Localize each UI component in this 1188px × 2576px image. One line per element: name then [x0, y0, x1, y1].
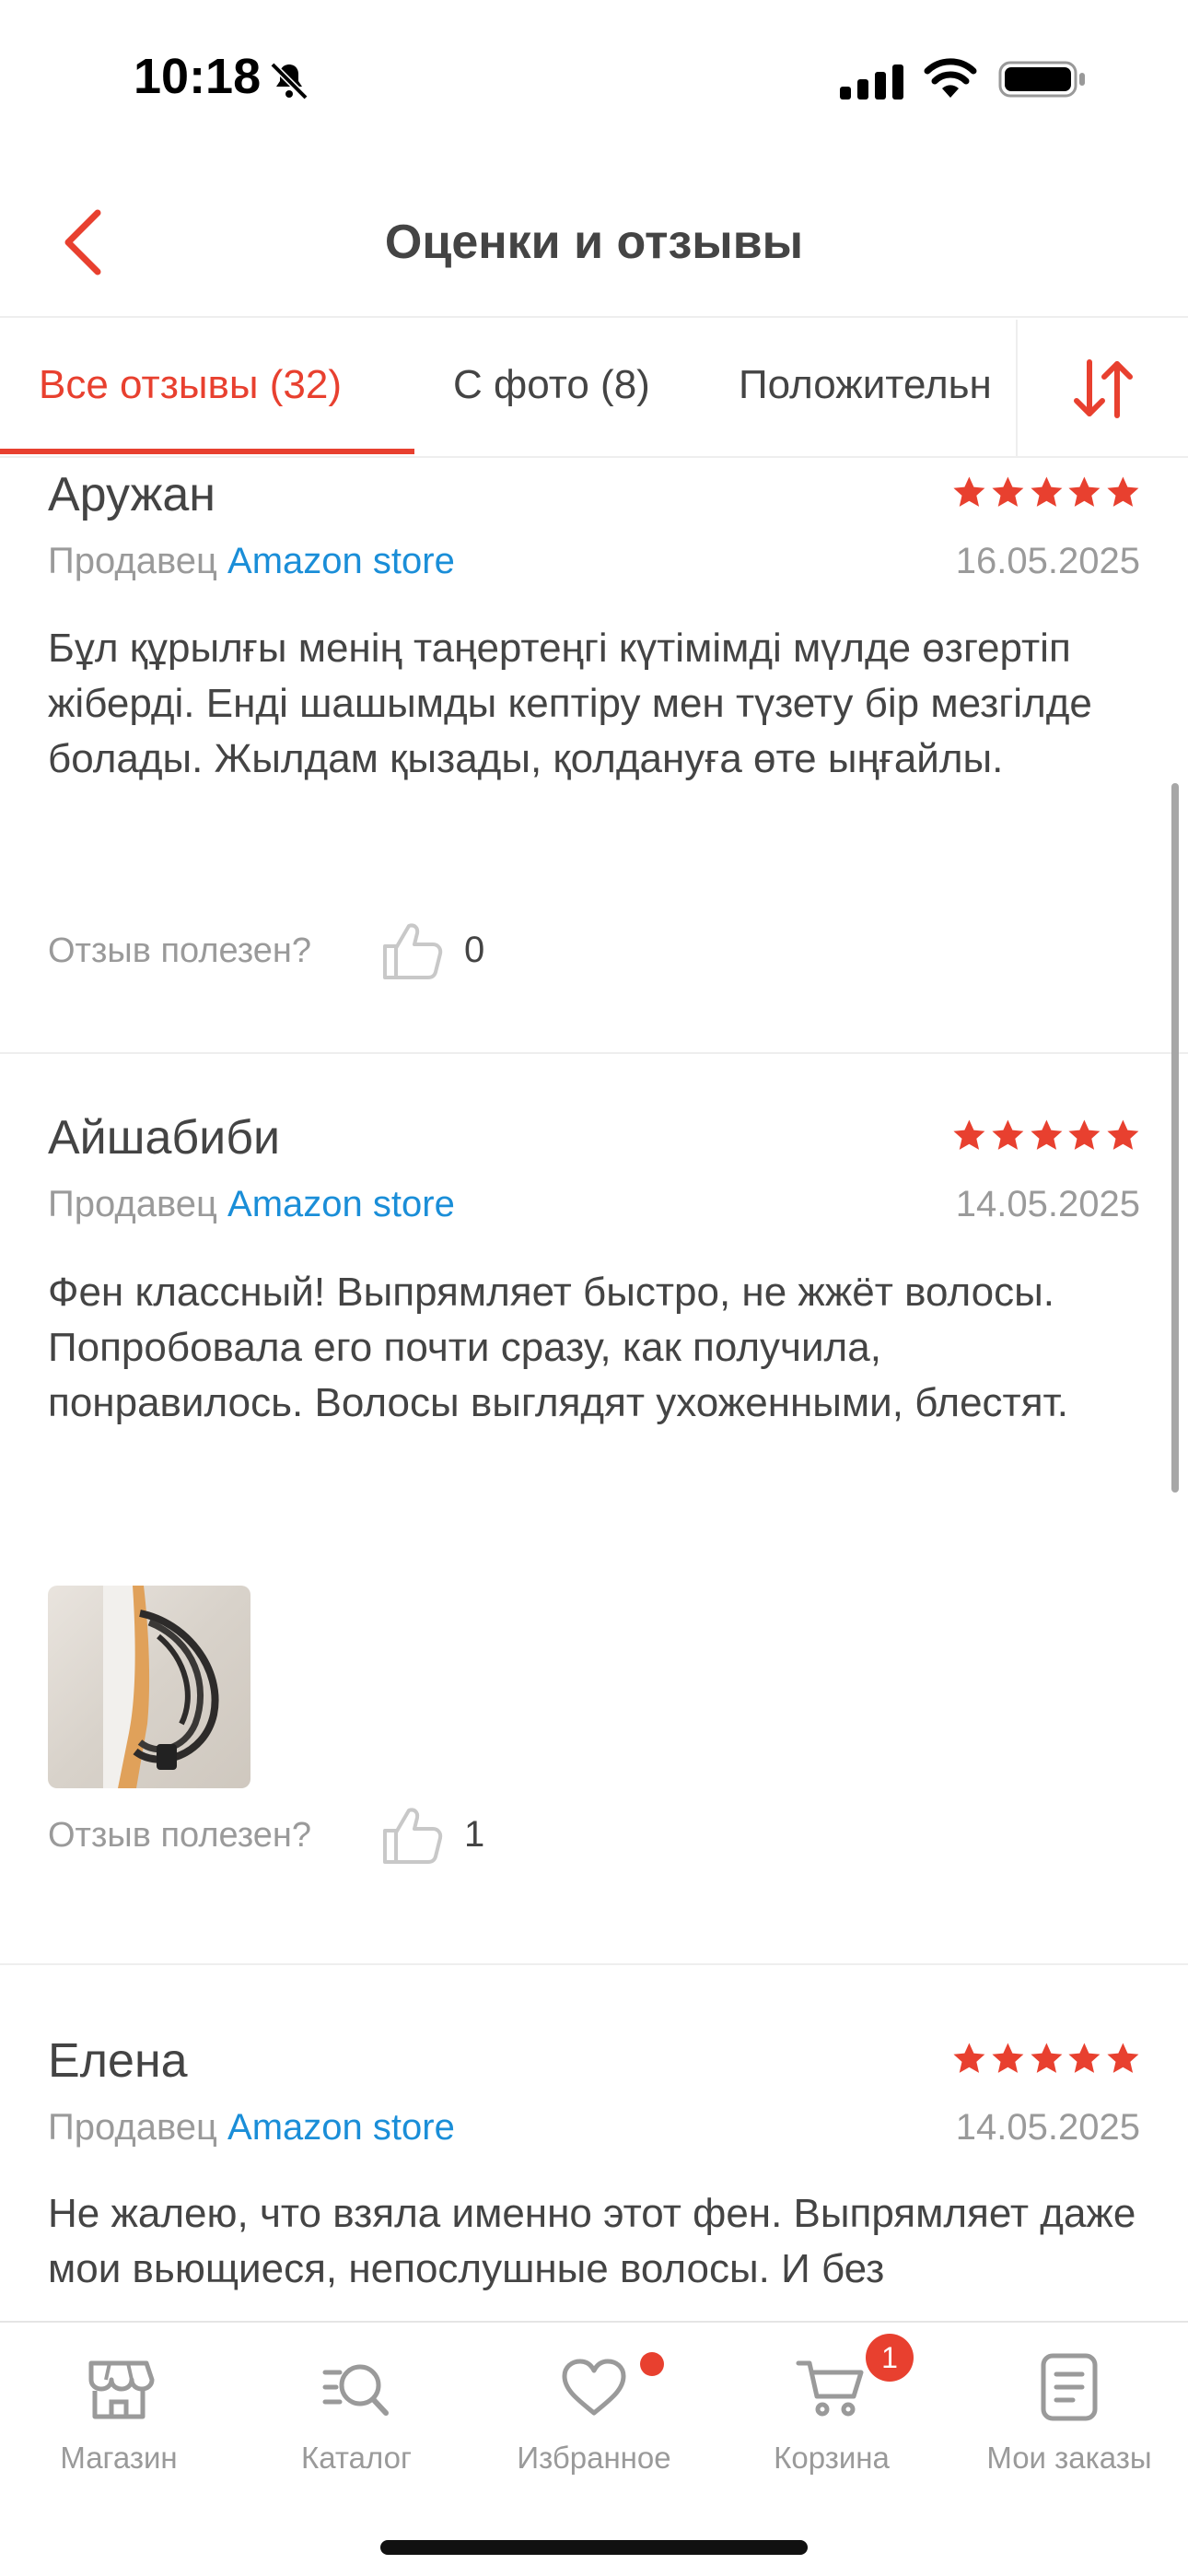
- favorites-dot-badge: [640, 2352, 664, 2376]
- nav-catalog[interactable]: Каталог: [238, 2323, 475, 2525]
- rating-stars: [951, 474, 1141, 515]
- rating-stars: [951, 2041, 1141, 2081]
- seller-link[interactable]: Amazon store: [227, 1184, 455, 1224]
- seller-prefix: Продавец: [48, 1184, 217, 1224]
- helpful-label: Отзыв полезен?: [48, 1816, 312, 1855]
- reviewer-name: Елена: [48, 2034, 188, 2088]
- battery-icon: [998, 61, 1085, 98]
- tab-with-photo[interactable]: С фото (8): [453, 362, 650, 408]
- wifi-icon: [924, 58, 977, 98]
- status-time: 10:18: [134, 49, 262, 104]
- cart-icon: [796, 2360, 864, 2417]
- page-title: Оценки и отзывы: [384, 216, 804, 269]
- nav-label: Каталог: [301, 2441, 412, 2475]
- star-icon: [1068, 476, 1101, 507]
- seller-prefix: Продавец: [48, 541, 217, 581]
- nav-favorites[interactable]: Избранное: [475, 2323, 713, 2525]
- tab-all-reviews[interactable]: Все отзывы (32): [39, 362, 342, 408]
- reviews-list: Аружан Продавец Amazon store 16.05.2025 …: [0, 460, 1188, 2321]
- review-photo[interactable]: [48, 1586, 250, 1788]
- bottom-nav: Магазин Каталог Избранное Корзина Мои за…: [0, 2321, 1188, 2576]
- star-icon: [992, 2043, 1024, 2073]
- star-icon: [1031, 1119, 1062, 1150]
- signal-icon: [840, 64, 903, 100]
- nav-label: Избранное: [517, 2441, 671, 2475]
- star-icon: [992, 476, 1024, 507]
- review-text: Бұл құрылғы менің таңертеңгі күтімімді м…: [48, 626, 1092, 781]
- helpful-count: 1: [464, 1814, 485, 1855]
- heart-icon: [562, 2359, 626, 2416]
- helpful-count: 0: [464, 930, 485, 970]
- reviews-screen: 10:18 Оценки и отзывы Все отзывы (32) С …: [0, 0, 1188, 2576]
- review-divider: [0, 1052, 1188, 1054]
- seller-line: Продавец Amazon store: [48, 1184, 455, 1225]
- hair-straightener-photo: [103, 1586, 219, 1788]
- star-icon: [992, 1119, 1024, 1150]
- star-icon: [1068, 2043, 1101, 2073]
- seller-link[interactable]: Amazon store: [227, 541, 455, 581]
- review-date: 14.05.2025: [955, 1184, 1140, 1224]
- rating-stars: [951, 1118, 1141, 1158]
- review-card: Айшабиби Продавец Amazon store 14.05.202…: [0, 1055, 1188, 1993]
- filter-tabs: Все отзывы (32) С фото (8) Положительн: [0, 320, 1188, 458]
- nav-label: Магазин: [60, 2441, 178, 2475]
- thumbs-up-icon[interactable]: [379, 1801, 446, 1868]
- review-text: Не жалею, что взяла именно этот фен. Вып…: [48, 2191, 1136, 2291]
- active-tab-indicator: [0, 449, 414, 454]
- review-date: 14.05.2025: [955, 2107, 1140, 2148]
- star-icon: [1031, 476, 1062, 507]
- sort-arrows-icon: [1074, 359, 1133, 418]
- sort-button[interactable]: [1016, 320, 1188, 456]
- review-card: Аружан Продавец Amazon store 16.05.2025 …: [0, 460, 1188, 1055]
- tab-positive[interactable]: Положительн: [739, 362, 992, 408]
- nav-store[interactable]: Магазин: [0, 2323, 238, 2525]
- star-icon: [1107, 476, 1139, 507]
- seller-line: Продавец Amazon store: [48, 2107, 455, 2149]
- header: Оценки и отзывы: [0, 161, 1188, 318]
- thumbs-up-icon[interactable]: [379, 917, 446, 983]
- review-text: Фен классный! Выпрямляет быстро, не жжёт…: [48, 1270, 1069, 1425]
- nav-orders[interactable]: Мои заказы: [950, 2323, 1188, 2525]
- nav-label: Мои заказы: [986, 2441, 1152, 2475]
- review-date: 16.05.2025: [955, 541, 1140, 581]
- helpful-label: Отзыв полезен?: [48, 931, 312, 970]
- home-indicator[interactable]: [380, 2540, 808, 2555]
- star-icon: [953, 476, 985, 507]
- star-icon: [1107, 2043, 1139, 2073]
- star-icon: [953, 2043, 985, 2073]
- seller-link[interactable]: Amazon store: [227, 2107, 455, 2148]
- star-icon: [1068, 1119, 1101, 1150]
- cart-count-badge: 1: [866, 2334, 914, 2382]
- orders-icon: [1041, 2353, 1098, 2421]
- star-icon: [1107, 1119, 1139, 1150]
- bell-off-icon: [270, 62, 309, 100]
- catalog-search-icon: [322, 2364, 389, 2416]
- nav-label: Корзина: [774, 2441, 890, 2475]
- review-card: Елена Продавец Amazon store 14.05.2025 Н…: [0, 1965, 1188, 2321]
- star-icon: [953, 1119, 985, 1150]
- reviewer-name: Айшабиби: [48, 1111, 281, 1165]
- scrollbar[interactable]: [1171, 783, 1179, 1493]
- seller-prefix: Продавец: [48, 2107, 217, 2148]
- store-icon: [88, 2360, 155, 2419]
- star-icon: [1031, 2043, 1062, 2073]
- seller-line: Продавец Amazon store: [48, 541, 455, 582]
- reviewer-name: Аружан: [48, 468, 216, 521]
- nav-cart[interactable]: Корзина: [713, 2323, 950, 2525]
- status-bar: 10:18: [0, 0, 1188, 161]
